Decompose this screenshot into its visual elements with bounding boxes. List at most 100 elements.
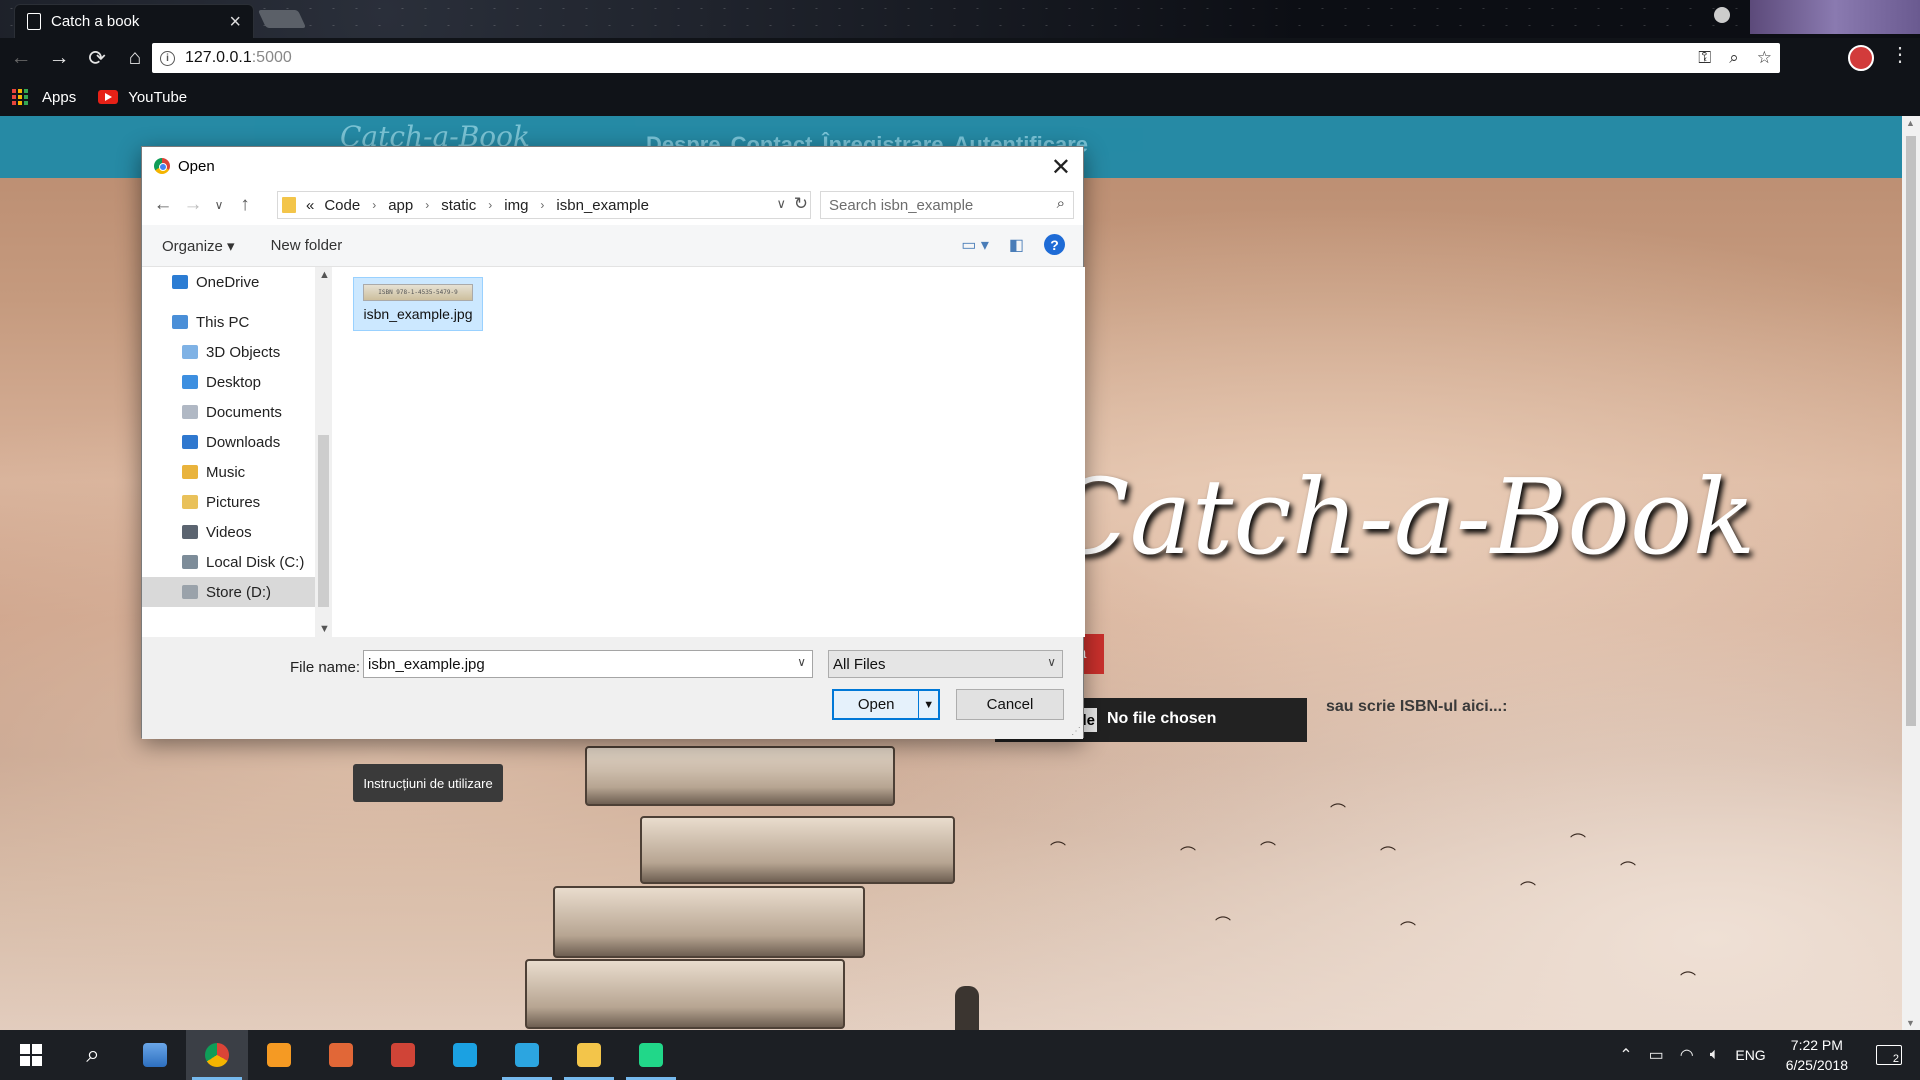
nav-item[interactable]: This PC (142, 307, 315, 337)
breadcrumb-isbn-example[interactable]: isbn_example (556, 197, 649, 214)
battery-icon[interactable]: ▭ (1649, 1045, 1664, 1065)
tab-close-icon[interactable]: × (229, 12, 241, 32)
scroll-down-icon[interactable]: ▼ (319, 623, 330, 635)
scroll-down-icon[interactable]: ▼ (1906, 1018, 1915, 1028)
new-folder-button[interactable]: New folder (255, 237, 363, 254)
close-icon[interactable]: ✕ (1051, 153, 1071, 182)
chevron-up-icon[interactable]: ⌃ (1619, 1045, 1632, 1065)
chevron-down-icon[interactable]: ∨ (1047, 655, 1056, 669)
search-input[interactable]: Search isbn_example ⌕ (820, 191, 1074, 219)
file-name-field[interactable]: isbn_example.jpg ∨ (363, 650, 813, 678)
wifi-icon[interactable]: ◠ (1680, 1045, 1694, 1065)
explorer-button[interactable] (558, 1030, 620, 1080)
nav-item[interactable]: Store (D:) (142, 577, 315, 607)
volume-icon[interactable]: 🔈︎ (1710, 1046, 1720, 1064)
isbn-hint: sau scrie ISBN-ul aici...: (1326, 698, 1508, 715)
breadcrumb-static[interactable]: static (441, 197, 476, 214)
reload-button[interactable]: ⟳ (80, 41, 114, 75)
forward-button[interactable]: → (42, 41, 76, 75)
forward-arrow-icon[interactable]: → (178, 194, 208, 216)
search-icon[interactable]: ⌕ (1057, 195, 1065, 212)
youtube-icon[interactable] (98, 90, 119, 104)
clock[interactable]: 7:22 PM 6/25/2018 (1786, 1035, 1848, 1075)
search-button[interactable]: ⌕ (62, 1030, 124, 1080)
nav-item[interactable]: Videos (142, 517, 315, 547)
bookmark-star-icon[interactable]: ☆ (1757, 48, 1772, 68)
sublime-button[interactable] (248, 1030, 310, 1080)
clock-date: 6/25/2018 (1785, 1057, 1848, 1073)
nav-item[interactable]: Local Disk (C:) (142, 547, 315, 577)
app-square-button[interactable] (434, 1030, 496, 1080)
browser-tab[interactable]: Catch a book × (14, 4, 254, 38)
new-tab-button[interactable] (257, 10, 307, 28)
back-arrow-icon[interactable]: ← (148, 194, 178, 216)
file-name-value: isbn_example.jpg (368, 655, 485, 673)
telegram-button[interactable] (496, 1030, 558, 1080)
profile-icon[interactable] (1714, 7, 1730, 23)
scroll-up-icon[interactable]: ▲ (319, 269, 330, 281)
breadcrumb-img[interactable]: img (504, 197, 528, 214)
help-icon[interactable]: ? (1044, 234, 1065, 255)
app-bars-button[interactable] (372, 1030, 434, 1080)
scroll-thumb[interactable] (318, 435, 329, 607)
page-scrollbar[interactable]: ▲ ▼ (1902, 116, 1920, 1030)
breadcrumb[interactable]: « Code › app › static › img › isbn_examp… (277, 191, 811, 219)
breadcrumb-code[interactable]: Code (324, 197, 360, 214)
file-list: ISBN 978-1-4535-5479-9 isbn_example.jpg (332, 267, 1085, 637)
scroll-up-icon[interactable]: ▲ (1906, 118, 1915, 128)
nav-item[interactable]: Music (142, 457, 315, 487)
start-button[interactable] (0, 1030, 62, 1080)
navigation-scrollbar[interactable]: ▲ ▼ (315, 267, 332, 637)
preview-pane-icon[interactable]: ◧ (1009, 235, 1024, 255)
site-info-icon[interactable]: i (160, 50, 175, 66)
nav-item-label: Store (D:) (206, 583, 272, 601)
chevron-right-icon: › (372, 198, 377, 212)
breadcrumb-app[interactable]: app (388, 197, 413, 214)
nav-item[interactable]: Documents (142, 397, 315, 427)
zoom-icon[interactable]: ⌕ (1729, 48, 1739, 68)
file-item-isbn-example[interactable]: ISBN 978-1-4535-5479-9 isbn_example.jpg (353, 277, 483, 331)
nav-item-label: Pictures (206, 493, 261, 511)
language-indicator[interactable]: ENG (1735, 1047, 1765, 1063)
resize-grip-icon[interactable]: ⋰ (1071, 726, 1081, 737)
change-view-icon[interactable]: ▭ ▾ (961, 235, 989, 255)
nav-item[interactable]: 3D Objects (142, 337, 315, 367)
open-options-icon[interactable]: ▼ (918, 691, 938, 718)
nav-item[interactable]: Downloads (142, 427, 315, 457)
task-view-button[interactable] (124, 1030, 186, 1080)
recent-locations-icon[interactable]: ∨ (208, 198, 230, 212)
chevron-down-icon[interactable]: ∨ (776, 196, 786, 212)
file-type-select[interactable]: All Files ∨ (828, 650, 1063, 678)
bookmark-youtube[interactable]: YouTube (128, 89, 187, 106)
chrome-button[interactable] (186, 1030, 248, 1080)
chevron-down-icon[interactable]: ∨ (797, 655, 806, 669)
matlab-button[interactable] (310, 1030, 372, 1080)
nav-item[interactable]: Desktop (142, 367, 315, 397)
open-button[interactable]: Open ▼ (832, 689, 940, 720)
nav-item[interactable]: Pictures (142, 487, 315, 517)
bird-icon: ⌒ (1180, 847, 1197, 864)
extension-icon[interactable] (1848, 45, 1874, 71)
instructions-button[interactable]: Instrucțiuni de utilizare (353, 764, 503, 802)
bird-icon: ⌒ (1260, 842, 1277, 859)
back-button[interactable]: ← (4, 41, 38, 75)
key-icon[interactable]: ⚿ (1698, 48, 1711, 68)
page-icon (27, 13, 41, 30)
bird-icon: ⌒ (1520, 882, 1537, 899)
pycharm-button[interactable] (620, 1030, 682, 1080)
up-arrow-icon[interactable]: ↑ (230, 194, 260, 216)
windows-logo-icon (20, 1044, 42, 1066)
refresh-icon[interactable]: ↻ (794, 194, 808, 214)
nav-item-label: OneDrive (196, 273, 260, 291)
cancel-button[interactable]: Cancel (956, 689, 1064, 720)
bookmark-apps[interactable]: Apps (42, 89, 76, 106)
breadcrumb-overflow[interactable]: « (306, 197, 314, 214)
organize-button[interactable]: Organize ▾ (142, 237, 255, 255)
address-bar[interactable]: i 127.0.0.1 :5000 ⚿ ⌕ ☆ (152, 43, 1780, 73)
chrome-menu-icon[interactable]: ⋮ (1890, 45, 1910, 65)
nav-item[interactable]: OneDrive (142, 267, 315, 297)
notification-icon[interactable]: 2 (1876, 1045, 1902, 1065)
scroll-thumb[interactable] (1906, 136, 1916, 726)
home-button[interactable]: ⌂ (118, 41, 152, 75)
apps-grid-icon[interactable] (12, 89, 28, 105)
